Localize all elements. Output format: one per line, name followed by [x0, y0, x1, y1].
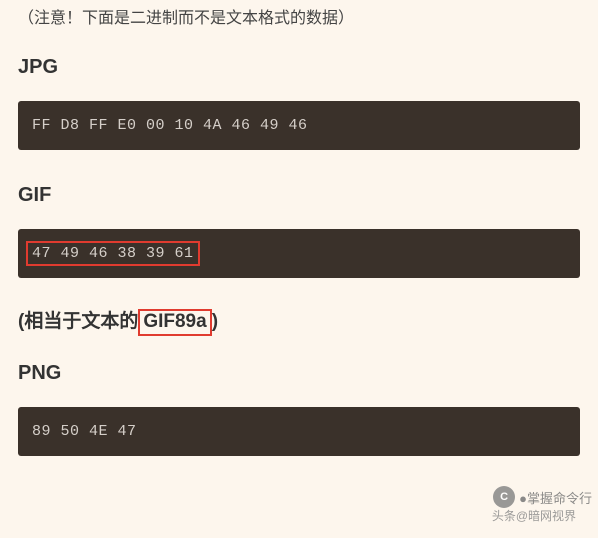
png-hex-text: 89 50 4E 47 [32, 423, 137, 440]
gif-heading: GIF [18, 184, 580, 207]
watermark-line2: 头条@暗网视界 [492, 507, 576, 524]
jpg-heading: JPG [18, 56, 580, 79]
gif-subnote-boxed: GIF89a [138, 309, 211, 336]
png-hex-block: 89 50 4E 47 [18, 407, 580, 456]
gif-hex-text: 47 49 46 38 39 61 [26, 241, 200, 266]
binary-note: （注意！下面是二进制而不是文本格式的数据） [18, 4, 580, 28]
png-heading: PNG [18, 362, 580, 385]
jpg-hex-text: FF D8 FF E0 00 10 4A 46 49 46 [32, 117, 308, 134]
jpg-hex-block: FF D8 FF E0 00 10 4A 46 49 46 [18, 101, 580, 150]
gif-hex-block: 47 49 46 38 39 61 [18, 229, 580, 278]
gif-subnote-prefix: (相当于文本的 [18, 311, 138, 332]
gif-subnote-suffix: ) [212, 311, 218, 332]
watermark-line1: C ●掌握命令行 [493, 486, 592, 508]
wechat-icon: C [493, 486, 515, 508]
watermark-text1: ●掌握命令行 [519, 488, 592, 507]
gif-subnote: (相当于文本的GIF89a) [18, 306, 580, 336]
